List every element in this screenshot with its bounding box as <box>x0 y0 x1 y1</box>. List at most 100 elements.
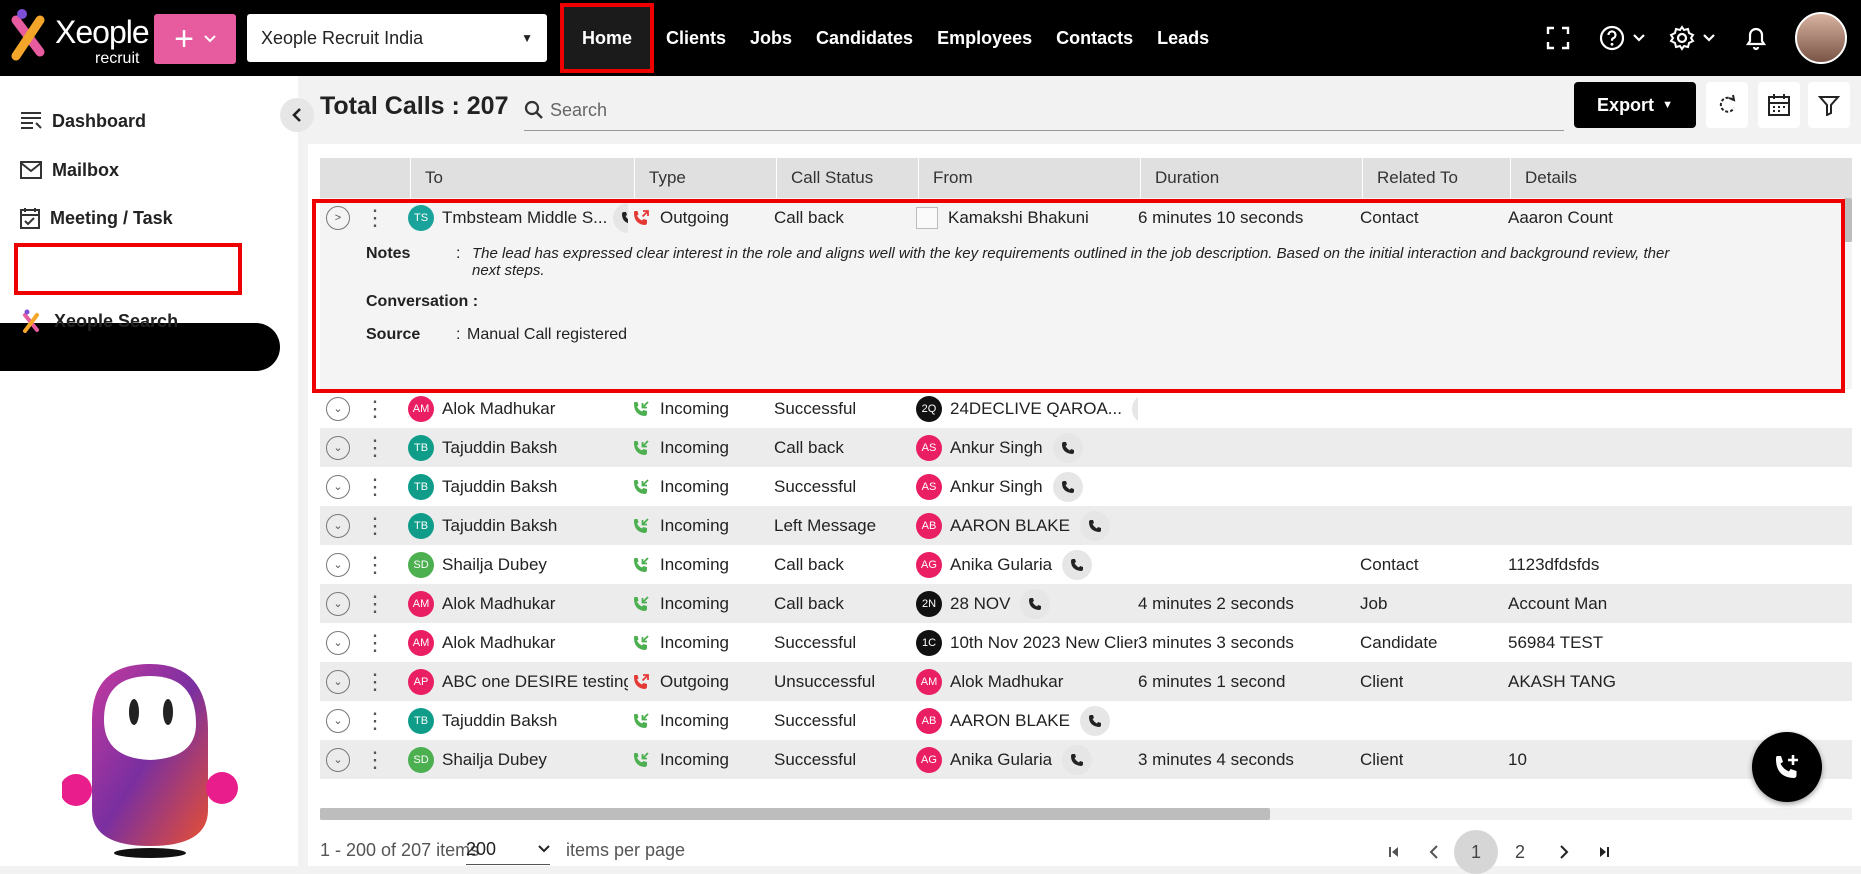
fullscreen-button[interactable] <box>1529 0 1587 76</box>
page-button-1[interactable]: 1 <box>1454 830 1498 874</box>
notifications-button[interactable] <box>1727 0 1785 76</box>
details[interactable]: 1123dfdsfds <box>1508 555 1599 575</box>
column-header-duration[interactable]: Duration <box>1140 158 1362 198</box>
to-name[interactable]: Shailja Dubey <box>442 555 547 575</box>
previous-page-button[interactable] <box>1412 830 1456 874</box>
from-name[interactable]: AARON BLAKE <box>950 711 1070 731</box>
row-toggle[interactable]: ⌄ <box>326 467 350 506</box>
row-menu[interactable]: ⋮ <box>364 584 386 623</box>
nav-clients[interactable]: Clients <box>654 0 738 76</box>
details[interactable]: 56984 TEST <box>1508 633 1603 653</box>
horizontal-scrollbar[interactable] <box>320 808 1852 820</box>
from-name[interactable]: 28 NOV <box>950 594 1010 614</box>
nav-home[interactable]: Home <box>560 3 655 73</box>
row-toggle[interactable]: ⌄ <box>326 428 350 467</box>
last-page-button[interactable] <box>1582 830 1626 874</box>
page-button-2[interactable]: 2 <box>1498 830 1542 874</box>
table-row[interactable]: ⌄ ⋮ TB Tajuddin Baksh Incoming Successful AS An… <box>320 467 1852 506</box>
table-row[interactable]: ⌄ ⋮ TB Tajuddin Baksh Incoming Left Message AB… <box>320 506 1852 545</box>
first-page-button[interactable] <box>1372 830 1416 874</box>
from-name[interactable]: Ankur Singh <box>950 477 1043 497</box>
row-toggle[interactable]: ⌄ <box>326 623 350 662</box>
search-field[interactable]: Search <box>524 90 1564 131</box>
table-row[interactable]: ⌄ ⋮ TB Tajuddin Baksh Incoming Call back AS Ank… <box>320 428 1852 467</box>
date-filter-button[interactable] <box>1758 82 1800 128</box>
call-button[interactable] <box>1131 393 1138 424</box>
call-button[interactable] <box>1080 705 1110 736</box>
sidebar-item-mailbox[interactable]: Mailbox <box>20 155 119 185</box>
nav-contacts[interactable]: Contacts <box>1044 0 1145 76</box>
to-name[interactable]: Alok Madhukar <box>442 399 555 419</box>
row-menu[interactable]: ⋮ <box>364 662 386 701</box>
to-name[interactable]: Tajuddin Baksh <box>442 477 557 497</box>
row-menu[interactable]: ⋮ <box>364 428 386 467</box>
table-row[interactable]: ⌄ ⋮ AM Alok Madhukar Incoming Successful 2Q 24D… <box>320 389 1852 428</box>
call-button[interactable] <box>1052 432 1083 463</box>
export-button[interactable]: Export ▼ <box>1574 82 1696 128</box>
column-header-type[interactable]: Type <box>634 158 776 198</box>
call-button[interactable] <box>1020 588 1051 619</box>
from-name[interactable]: 24DECLIVE QAROA... <box>950 399 1122 419</box>
from-name[interactable]: Ankur Singh <box>950 438 1043 458</box>
row-toggle[interactable]: ⌄ <box>326 545 350 584</box>
row-toggle[interactable]: ⌄ <box>326 701 350 740</box>
horizontal-scrollbar-thumb[interactable] <box>320 808 1270 820</box>
page-size-select[interactable]: 200 <box>466 834 550 865</box>
column-header-details[interactable]: Details <box>1510 158 1852 198</box>
search-input[interactable]: Search <box>550 100 607 121</box>
row-toggle[interactable]: ⌄ <box>326 662 350 701</box>
call-button[interactable] <box>1052 471 1083 502</box>
column-header-related-to[interactable]: Related To <box>1362 158 1510 198</box>
row-toggle[interactable]: ⌄ <box>326 584 350 623</box>
sidebar-item-xeople-search[interactable]: Xeople Search <box>22 306 178 336</box>
column-header-to[interactable]: To <box>410 158 634 198</box>
row-toggle[interactable]: ⌄ <box>326 740 350 779</box>
to-name[interactable]: Shailja Dubey <box>442 750 547 770</box>
xeople-logo[interactable]: Xeople recruit <box>10 6 150 70</box>
call-button[interactable] <box>1062 549 1093 580</box>
quick-add-button[interactable]: + <box>154 14 236 64</box>
nav-leads[interactable]: Leads <box>1145 0 1221 76</box>
table-row[interactable]: ⌄ ⋮ AM Alok Madhukar Incoming Successful 1C 10t… <box>320 623 1852 662</box>
sidebar-item-dashboard[interactable]: Dashboard <box>20 106 146 136</box>
organization-select[interactable]: Xeople Recruit India ▼ <box>247 14 547 62</box>
details[interactable]: 10 <box>1508 750 1527 770</box>
sidebar-item-meeting-task[interactable]: Meeting / Task <box>20 203 173 233</box>
settings-button[interactable] <box>1657 0 1727 76</box>
row-menu[interactable]: ⋮ <box>364 506 386 545</box>
table-row[interactable]: ⌄ ⋮ SD Shailja Dubey Incoming Call back AG Anik… <box>320 545 1852 584</box>
table-row[interactable]: ⌄ ⋮ SD Shailja Dubey Incoming Successful AG Ani… <box>320 740 1852 779</box>
call-button[interactable] <box>1062 744 1093 775</box>
table-row[interactable]: ⌄ ⋮ AM Alok Madhukar Incoming Call back 2N 28 N… <box>320 584 1852 623</box>
row-menu[interactable]: ⋮ <box>364 545 386 584</box>
row-menu[interactable]: ⋮ <box>364 740 386 779</box>
to-name[interactable]: Tajuddin Baksh <box>442 516 557 536</box>
row-menu[interactable]: ⋮ <box>364 467 386 506</box>
row-menu[interactable]: ⋮ <box>364 389 386 428</box>
user-avatar[interactable] <box>1795 12 1847 64</box>
vertical-scrollbar-thumb[interactable] <box>1844 198 1852 242</box>
row-toggle[interactable]: ⌄ <box>326 506 350 545</box>
to-name[interactable]: Tajuddin Baksh <box>442 438 557 458</box>
to-name[interactable]: ABC one DESIRE testing ... <box>442 672 628 692</box>
refresh-button[interactable] <box>1706 82 1748 128</box>
column-header-from[interactable]: From <box>918 158 1140 198</box>
from-name[interactable]: Alok Madhukar <box>950 672 1063 692</box>
from-name[interactable]: 10th Nov 2023 New Client <box>950 633 1138 653</box>
from-name[interactable]: Anika Gularia <box>950 555 1052 575</box>
to-name[interactable]: Tajuddin Baksh <box>442 711 557 731</box>
filter-button[interactable] <box>1808 82 1850 128</box>
column-header-call-status[interactable]: Call Status <box>776 158 918 198</box>
from-name[interactable]: Anika Gularia <box>950 750 1052 770</box>
to-name[interactable]: Alok Madhukar <box>442 633 555 653</box>
help-button[interactable] <box>1587 0 1657 76</box>
nav-employees[interactable]: Employees <box>925 0 1044 76</box>
details[interactable]: Account Man <box>1508 594 1607 614</box>
next-page-button[interactable] <box>1542 830 1586 874</box>
from-name[interactable]: AARON BLAKE <box>950 516 1070 536</box>
call-button[interactable] <box>1080 510 1110 541</box>
add-call-fab[interactable] <box>1752 732 1822 802</box>
collapse-sidebar-button[interactable] <box>280 98 314 132</box>
table-row[interactable]: ⌄ ⋮ AP ABC one DESIRE testing ... Outgoing Un… <box>320 662 1852 701</box>
details[interactable]: AKASH TANG <box>1508 672 1616 692</box>
